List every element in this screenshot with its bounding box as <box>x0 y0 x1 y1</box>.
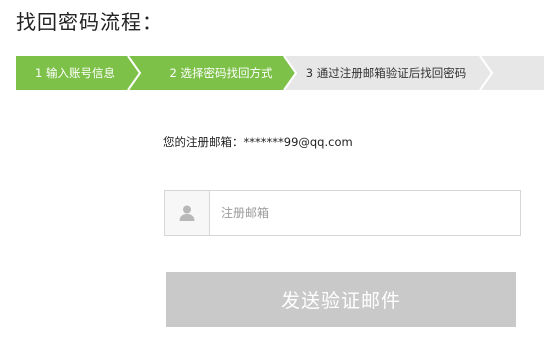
step-arrow-1 <box>127 55 142 91</box>
step-2: 2 选择密码找回方式 <box>128 56 284 90</box>
user-icon <box>165 191 210 235</box>
registered-email-info: 您的注册邮箱：*******99@qq.com <box>163 134 353 150</box>
registered-email-label: 您的注册邮箱： <box>163 135 244 149</box>
registered-email-value: *******99@qq.com <box>243 135 353 149</box>
user-icon-graphic <box>179 205 195 221</box>
step-arrow-3 <box>479 55 494 91</box>
step-3: 3 通过注册邮箱验证后找回密码 <box>284 56 544 90</box>
email-input-group <box>164 190 521 236</box>
step-1: 1 输入账号信息 <box>16 56 128 90</box>
find-password-page: 找回密码流程： 1 输入账号信息 2 选择密码找回方式 3 通过注册邮箱验证后找… <box>0 0 544 345</box>
step-1-label: 1 输入账号信息 <box>35 66 115 80</box>
progress-steps: 1 输入账号信息 2 选择密码找回方式 3 通过注册邮箱验证后找回密码 <box>16 55 544 91</box>
page-title: 找回密码流程： <box>16 10 163 34</box>
send-verification-email-button[interactable]: 发送验证邮件 <box>166 272 516 327</box>
step-arrow-2 <box>283 55 298 91</box>
step-2-label: 2 选择密码找回方式 <box>169 66 273 80</box>
email-input[interactable] <box>211 191 521 235</box>
